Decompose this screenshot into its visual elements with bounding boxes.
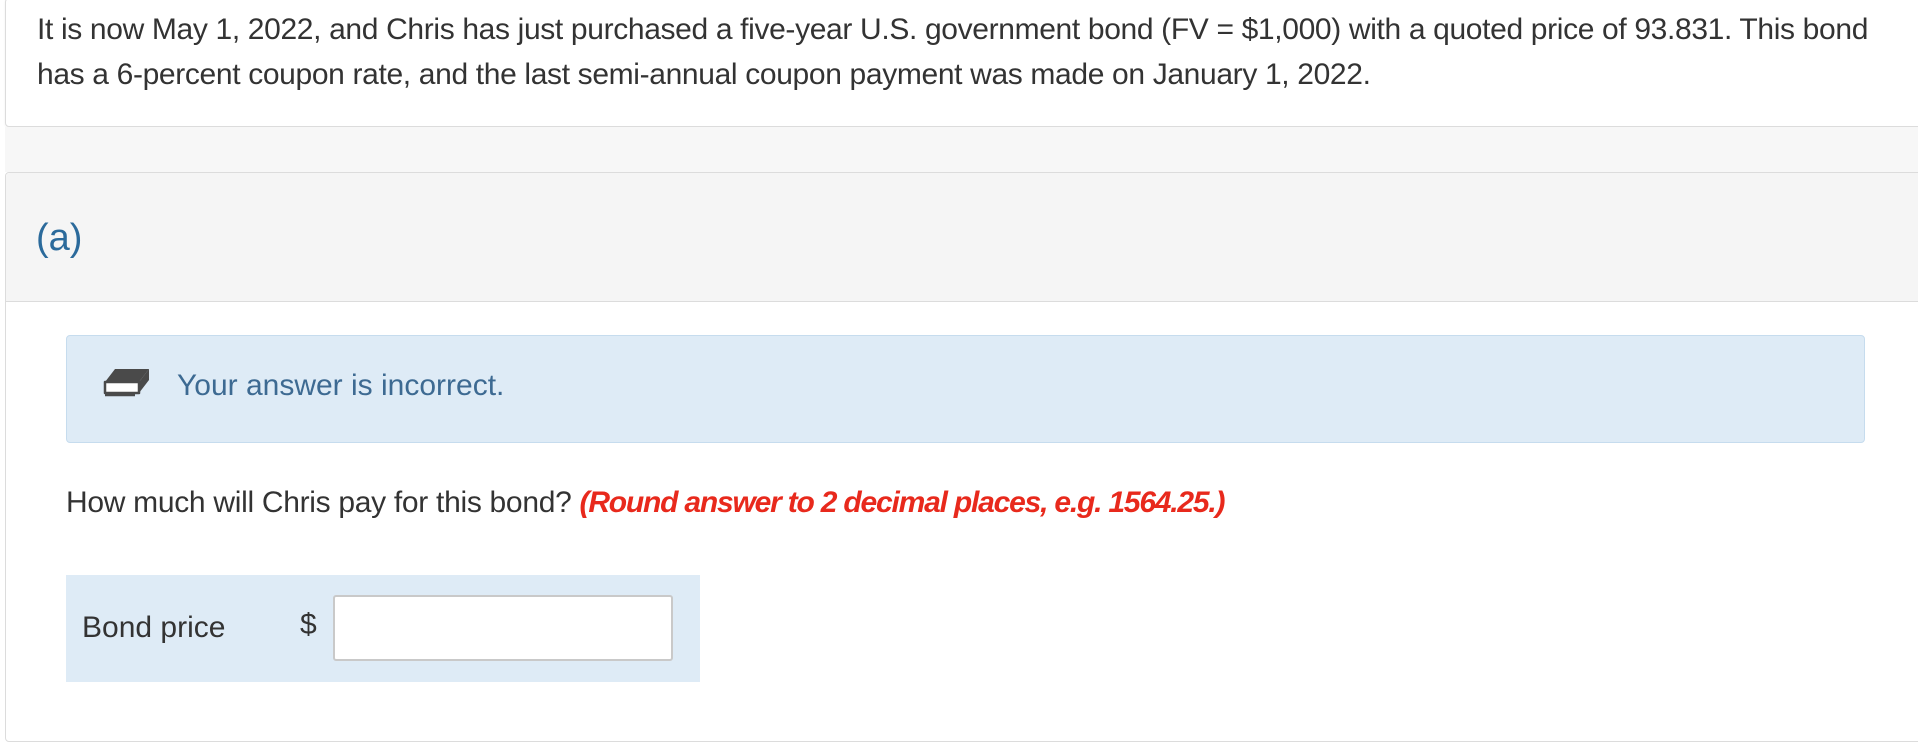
- part-header: (a): [6, 173, 1918, 302]
- feedback-message: Your answer is incorrect.: [177, 369, 505, 402]
- question-prompt: How much will Chris pay for this bond? (…: [66, 486, 1226, 520]
- question-text: It is now May 1, 2022, and Chris has jus…: [37, 13, 1869, 91]
- bond-price-label: Bond price: [82, 611, 226, 644]
- rounding-hint: (Round answer to 2 decimal places, e.g. …: [579, 486, 1226, 519]
- feedback-alert: Your answer is incorrect.: [66, 335, 1865, 443]
- question-card: It is now May 1, 2022, and Chris has jus…: [5, 0, 1918, 127]
- answer-row: Bond price $: [66, 575, 700, 682]
- bond-price-input[interactable]: [333, 595, 673, 661]
- prompt-text: How much will Chris pay for this bond?: [66, 486, 572, 519]
- part-a-section: (a) Your answer is incorrect. How much w…: [5, 172, 1918, 742]
- part-label: (a): [36, 216, 83, 259]
- eraser-icon: [103, 369, 149, 397]
- section-divider: [5, 127, 1918, 172]
- currency-symbol: $: [300, 608, 317, 641]
